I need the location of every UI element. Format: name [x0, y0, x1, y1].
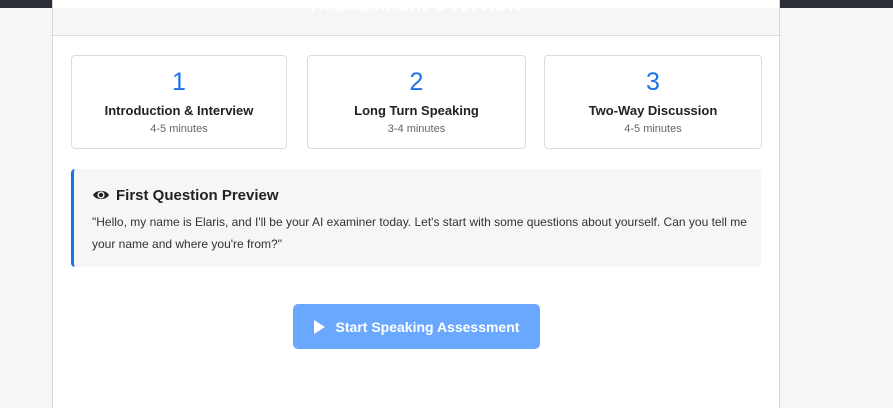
- phase-number: 1: [172, 68, 186, 96]
- preview-question-text: "Hello, my name is Elaris, and I'll be y…: [92, 215, 747, 251]
- phase-duration: 4-5 minutes: [624, 123, 682, 135]
- first-question-preview: First Question Preview "Hello, my name i…: [71, 169, 761, 267]
- phase-title: Two-Way Discussion: [588, 103, 718, 118]
- card-header-title: Assessment Overview: [53, 8, 779, 17]
- phase-duration: 4-5 minutes: [150, 123, 208, 135]
- phase-duration: 3-4 minutes: [387, 123, 446, 135]
- phase-number: 3: [646, 68, 660, 96]
- phase-card-3: 3 Two-Way Discussion 4-5 minutes: [544, 55, 762, 149]
- eye-icon: [92, 188, 110, 202]
- phase-number: 2: [409, 68, 424, 96]
- card-header: Assessment Overview: [53, 8, 779, 36]
- phase-title: Long Turn Speaking: [354, 103, 479, 118]
- start-button-label: Start Speaking Assessment: [335, 318, 520, 335]
- preview-header: First Question Preview: [92, 185, 745, 205]
- phase-card-2: 2 Long Turn Speaking 3-4 minutes: [307, 55, 526, 149]
- phase-card-1: 1 Introduction & Interview 4-5 minutes: [71, 55, 287, 149]
- phase-title: Introduction & Interview: [104, 103, 254, 118]
- start-speaking-assessment-button[interactable]: Start Speaking Assessment: [293, 304, 540, 349]
- play-icon: [313, 319, 325, 334]
- preview-title: First Question Preview: [116, 186, 279, 204]
